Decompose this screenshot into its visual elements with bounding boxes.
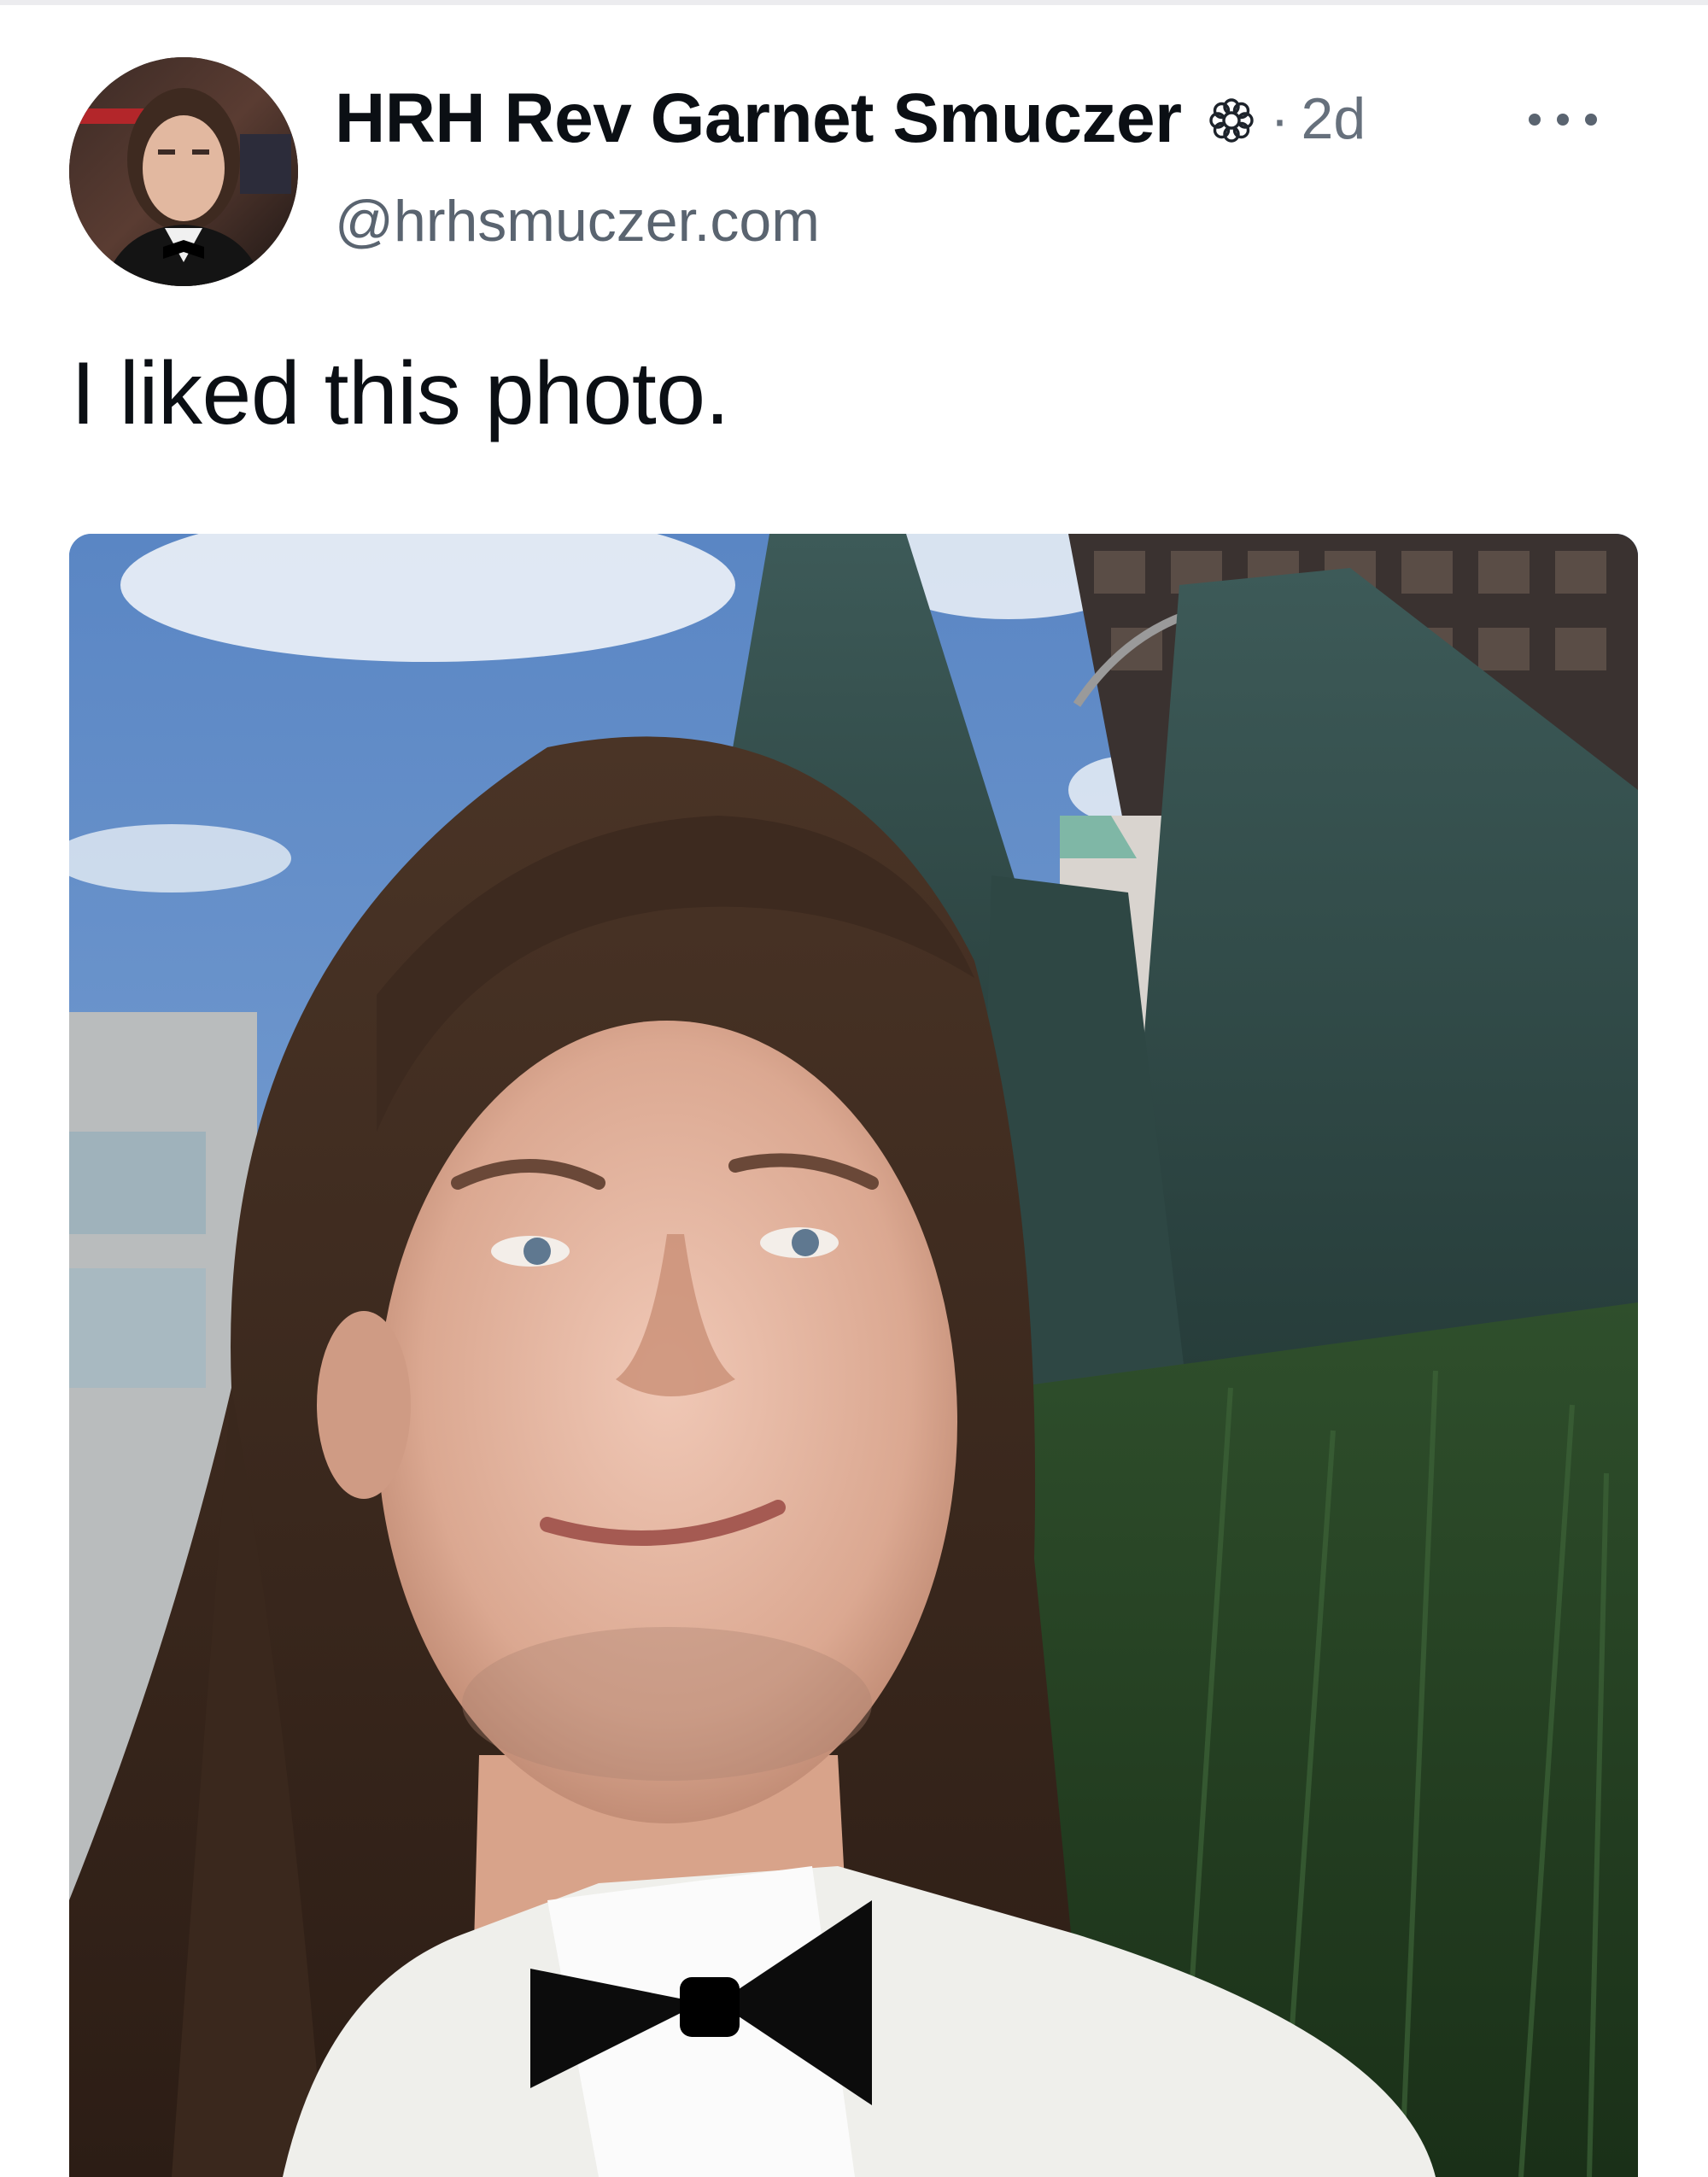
post[interactable]: HRH Rev Garnet Smuczer · 2d @hrhsmuczer.…	[0, 0, 1708, 2177]
post-photo[interactable]	[69, 534, 1638, 2177]
post-header: HRH Rev Garnet Smuczer · 2d @hrhsmuczer.…	[335, 79, 1616, 266]
name-row: HRH Rev Garnet Smuczer · 2d	[335, 79, 1366, 159]
more-dot	[1529, 114, 1541, 126]
more-dot	[1557, 114, 1569, 126]
avatar[interactable]	[69, 57, 298, 286]
photo-image	[69, 534, 1638, 2177]
more-dot	[1585, 114, 1597, 126]
display-name[interactable]: HRH Rev Garnet Smuczer	[335, 79, 1182, 159]
separator-dot: ·	[1270, 87, 1290, 150]
post-text: I liked this photo.	[71, 344, 729, 443]
flower-icon	[1206, 95, 1257, 146]
author-handle[interactable]: @hrhsmuczer.com	[335, 188, 820, 255]
avatar-image	[69, 57, 298, 286]
more-options-icon[interactable]	[1529, 102, 1597, 137]
timestamp[interactable]: 2d	[1301, 85, 1366, 152]
